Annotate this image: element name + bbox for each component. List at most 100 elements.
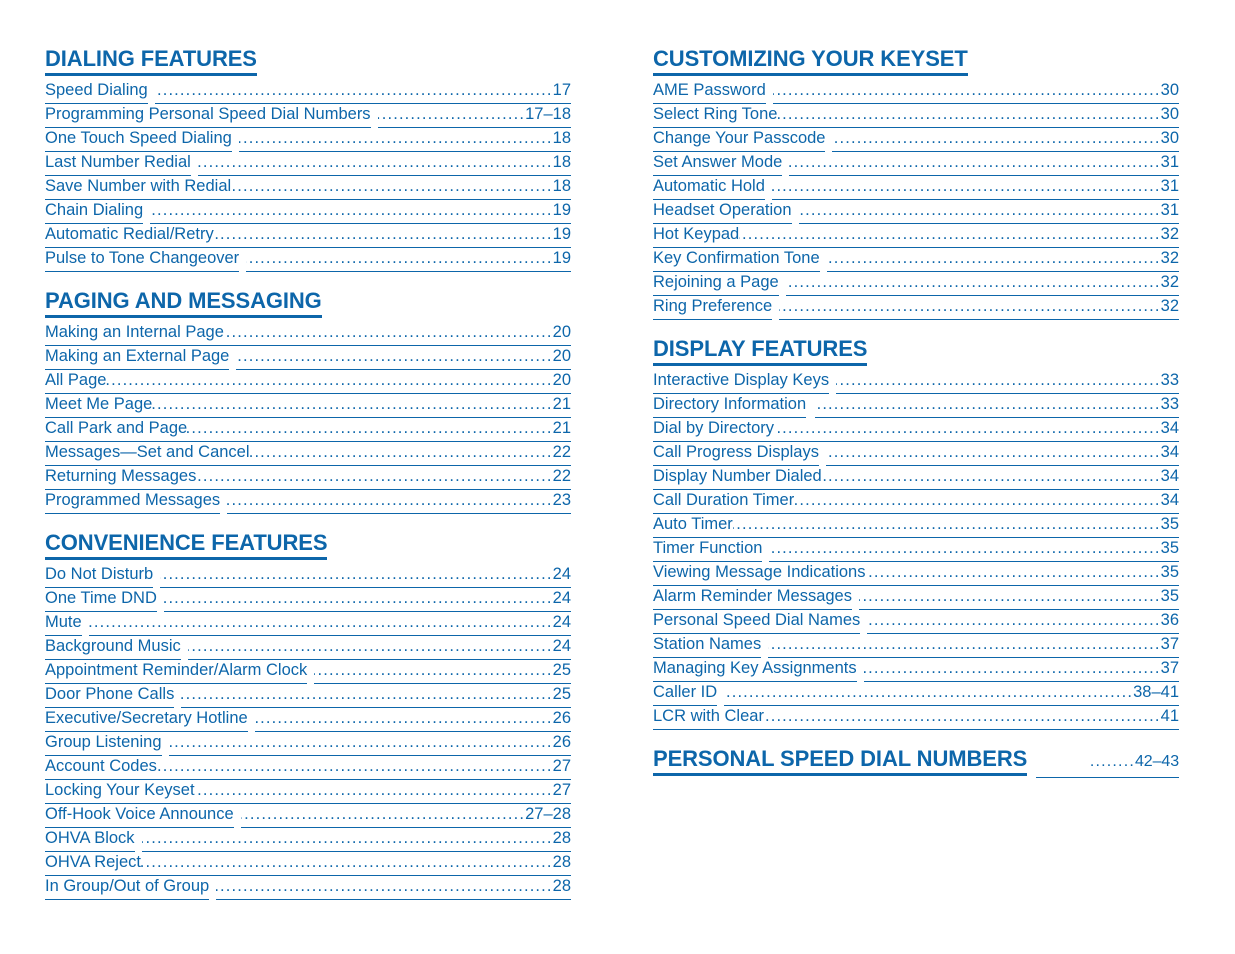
toc-entry[interactable]: Executive/Secretary Hotline.............… [45,708,571,732]
toc-entry-page-number: 19 [552,200,571,224]
toc-entry-page-number: 34 [1160,418,1179,442]
toc-entry[interactable]: Automatic Redial/Retry..................… [45,224,571,248]
toc-section-heading[interactable]: CUSTOMIZING YOUR KEYSET [653,46,1179,79]
toc-entry[interactable]: Messages—Set and Cancel.................… [45,442,571,466]
toc-section-heading-text: CONVENIENCE FEATURES [45,530,328,560]
toc-entry[interactable]: Dial by Directory.......................… [653,418,1179,442]
toc-dot-leader: ........................................… [821,466,1161,490]
toc-entry-title: Chain Dialing [45,200,144,224]
toc-entry[interactable]: Hot Keypad..............................… [653,224,1179,248]
toc-entry-page-number: 24 [552,612,571,636]
toc-entry[interactable]: Speed Dialing...........................… [45,80,571,104]
toc-entry[interactable]: Pulse to Tone Changeover................… [45,248,571,272]
toc-entry[interactable]: Door Phone Calls........................… [45,684,571,708]
toc-entry-page-number: 30 [1160,128,1179,152]
toc-entry[interactable]: Station Names...........................… [653,634,1179,658]
toc-entry[interactable]: Call Progress Displays..................… [653,442,1179,466]
toc-entry-page-number: 41 [1160,706,1179,730]
toc-section-heading-text: DIALING FEATURES [45,46,257,76]
toc-entry[interactable]: Last Number Redial......................… [45,152,571,176]
toc-section-heading-text: PAGING AND MESSAGING [45,288,322,318]
toc-entry[interactable]: Programmed Messages.....................… [45,490,571,514]
toc-entry-page-number: 35 [1160,538,1179,562]
toc-entry-title: Station Names [653,634,762,658]
toc-section-heading[interactable]: PAGING AND MESSAGING [45,288,571,321]
toc-entry[interactable]: One Touch Speed Dialing.................… [45,128,571,152]
toc-dot-leader: ........................................… [789,152,1161,176]
toc-entry[interactable]: Returning Messages......................… [45,466,571,490]
toc-entry[interactable]: Appointment Reminder/Alarm Clock........… [45,660,571,684]
toc-entry-title: Last Number Redial [45,152,191,176]
toc-entry[interactable]: Auto Timer..............................… [653,514,1179,538]
toc-entry-list: Interactive Display Keys................… [653,370,1179,730]
toc-section-heading[interactable]: DISPLAY FEATURES [653,336,1179,369]
toc-entry-page-number: 24 [552,588,571,612]
toc-entry[interactable]: All Page................................… [45,370,571,394]
toc-entry[interactable]: Display Number Dialed...................… [653,466,1179,490]
toc-section-heading[interactable]: PERSONAL SPEED DIAL NUMBERS........ 42–43 [653,746,1179,781]
toc-entry[interactable]: Call Duration Timer.....................… [653,490,1179,514]
toc-entry[interactable]: LCR with Clear..........................… [653,706,1179,730]
toc-entry[interactable]: Chain Dialing...........................… [45,200,571,224]
toc-entry[interactable]: Interactive Display Keys................… [653,370,1179,394]
toc-entry[interactable]: Call Park and Page......................… [45,418,571,442]
toc-entry[interactable]: Account Codes...........................… [45,756,571,780]
toc-entry[interactable]: Set Answer Mode.........................… [653,152,1179,176]
toc-entry-page-number: 34 [1160,442,1179,466]
toc-entry[interactable]: Managing Key Assignments................… [653,658,1179,682]
toc-dot-leader: ........................................… [825,442,1161,466]
toc-entry[interactable]: Background Music........................… [45,636,571,660]
toc-entry[interactable]: Making an External Page.................… [45,346,571,370]
toc-entry-page-number: 19 [552,224,571,248]
toc-entry[interactable]: Ring Preference.........................… [653,296,1179,320]
toc-entry-title: Personal Speed Dial Names [653,610,861,634]
toc-entry[interactable]: Automatic Hold..........................… [653,176,1179,200]
toc-dot-leader: ........................................… [106,370,553,394]
toc-dot-leader: ........................................… [213,224,553,248]
toc-entry[interactable]: Off-Hook Voice Announce.................… [45,804,571,828]
toc-entry-page-number: 32 [1160,248,1179,272]
toc-entry[interactable]: One Time DND............................… [45,588,571,612]
toc-entry[interactable]: Viewing Message Indications.............… [653,562,1179,586]
toc-entry[interactable]: Rejoining a Page........................… [653,272,1179,296]
toc-entry[interactable]: Mute....................................… [45,612,571,636]
toc-entry[interactable]: Locking Your Keyset.....................… [45,780,571,804]
toc-entry[interactable]: Caller ID...............................… [653,682,1179,706]
toc-entry[interactable]: OHVA Block..............................… [45,828,571,852]
toc-entry-list: Speed Dialing...........................… [45,80,571,272]
toc-entry[interactable]: In Group/Out of Group...................… [45,876,571,900]
toc-entry[interactable]: Programming Personal Speed Dial Numbers.… [45,104,571,128]
toc-section-heading[interactable]: CONVENIENCE FEATURES [45,530,571,563]
toc-entry-page-number: 30 [1160,104,1179,128]
toc-entry-page-number: 18 [552,152,571,176]
toc-dot-leader: ........................................… [314,660,553,684]
toc-entry[interactable]: Alarm Reminder Messages.................… [653,586,1179,610]
toc-entry-page-number: 27 [552,780,571,804]
toc-dot-leader: ........................................… [150,200,553,224]
toc-dot-leader: ........................................… [771,176,1161,200]
toc-entry-title: Programmed Messages [45,490,221,514]
toc-entry-page-number: 20 [552,346,571,370]
toc-entry[interactable]: Personal Speed Dial Names...............… [653,610,1179,634]
toc-dot-leader: ........................................… [231,176,553,200]
toc-entry[interactable]: Key Confirmation Tone...................… [653,248,1179,272]
toc-entry[interactable]: Group Listening.........................… [45,732,571,756]
toc-entry-page-number: 25 [552,660,571,684]
toc-entry[interactable]: AME Password............................… [653,80,1179,104]
toc-entry[interactable]: Do Not Disturb..........................… [45,564,571,588]
toc-entry[interactable]: Save Number with Redial.................… [45,176,571,200]
toc-entry[interactable]: Select Ring Tone........................… [653,104,1179,128]
toc-entry-page-number: 21 [552,394,571,418]
toc-dot-leader: ........................................… [739,224,1161,248]
toc-entry[interactable]: Making an Internal Page.................… [45,322,571,346]
toc-entry-page-number: 27 [552,756,571,780]
toc-entry[interactable]: Timer Function..........................… [653,538,1179,562]
toc-section-heading[interactable]: DIALING FEATURES [45,46,571,79]
toc-entry-title: AME Password [653,80,766,104]
toc-entry[interactable]: Directory Information...................… [653,394,1179,418]
toc-entry[interactable]: Meet Me Page............................… [45,394,571,418]
toc-entry-page-number: 27–28 [525,804,571,828]
toc-entry[interactable]: OHVA Reject.............................… [45,852,571,876]
toc-entry[interactable]: Headset Operation.......................… [653,200,1179,224]
toc-entry[interactable]: Change Your Passcode....................… [653,128,1179,152]
